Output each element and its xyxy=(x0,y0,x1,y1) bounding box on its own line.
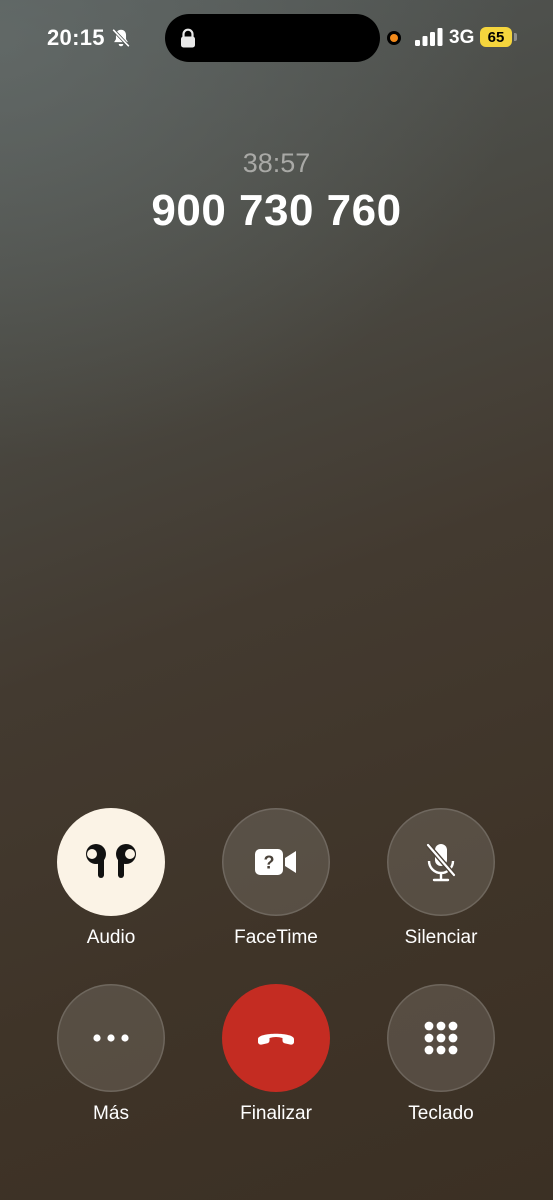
end-call-control[interactable]: Finalizar xyxy=(196,984,356,1125)
recording-indicator xyxy=(387,31,401,45)
network-type: 3G xyxy=(449,27,475,48)
keypad-icon xyxy=(424,1021,458,1055)
phone-number: 900 730 760 xyxy=(151,186,402,235)
facetime-control[interactable]: ? FaceTime xyxy=(196,808,356,949)
dynamic-island[interactable] xyxy=(165,14,380,62)
more-label: Más xyxy=(93,1103,129,1124)
microphone-slash-icon xyxy=(426,843,456,882)
airpods-icon xyxy=(86,844,136,878)
mute-button[interactable] xyxy=(387,808,495,916)
svg-text:?: ? xyxy=(264,853,275,873)
keypad-label: Teclado xyxy=(408,1103,474,1124)
status-time: 20:15 xyxy=(47,25,105,50)
audio-button[interactable] xyxy=(57,808,165,916)
battery-icon: 65 xyxy=(480,27,518,47)
facetime-label: FaceTime xyxy=(234,927,318,948)
status-bar: 20:15 3G 65 xyxy=(0,0,553,76)
battery-level: 65 xyxy=(480,27,512,47)
keypad-button[interactable] xyxy=(387,984,495,1092)
end-call-icon xyxy=(258,1033,294,1045)
more-button[interactable] xyxy=(57,984,165,1092)
bell-slash-icon xyxy=(112,28,130,48)
audio-label: Audio xyxy=(86,927,136,948)
more-control[interactable]: Más xyxy=(31,984,191,1125)
facetime-video-icon: ? xyxy=(255,849,296,875)
end-call-label: Finalizar xyxy=(240,1103,312,1124)
ellipsis-icon xyxy=(93,1034,129,1042)
mute-control[interactable]: Silenciar xyxy=(361,808,521,949)
audio-control[interactable]: Audio xyxy=(31,808,191,949)
facetime-button[interactable]: ? xyxy=(222,808,330,916)
mute-label: Silenciar xyxy=(404,927,478,948)
signal-icon xyxy=(415,28,443,46)
call-duration: 38:57 xyxy=(242,148,311,178)
keypad-control[interactable]: Teclado xyxy=(361,984,521,1125)
lock-icon xyxy=(181,28,195,48)
end-call-button[interactable] xyxy=(222,984,330,1092)
